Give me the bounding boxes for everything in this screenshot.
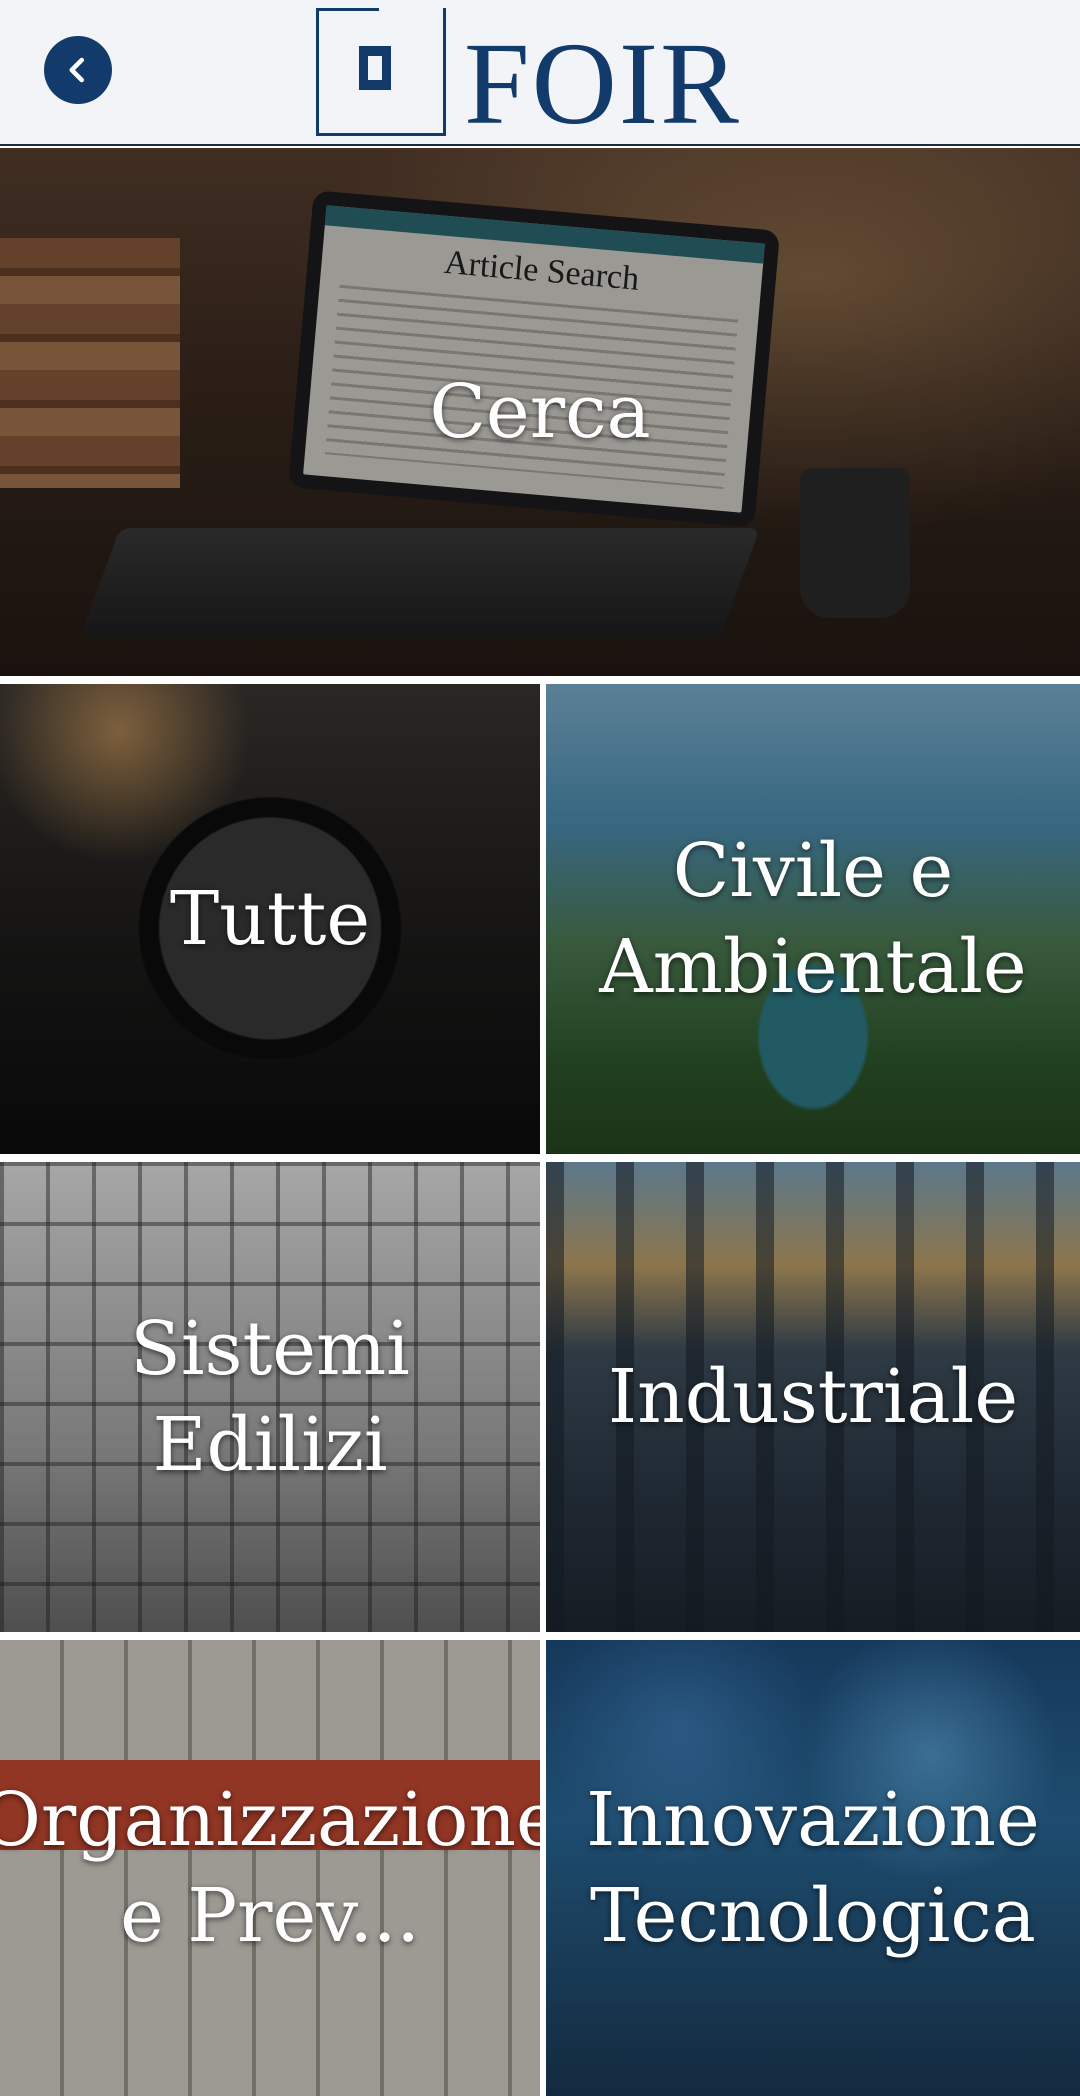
logo-text: FOIR [464, 18, 741, 149]
back-button[interactable] [44, 36, 112, 104]
category-label: Industriale [607, 1354, 1019, 1440]
category-label: Organizzazione e Prev... [0, 1777, 540, 1959]
logo-mark-icon [316, 8, 446, 136]
foir-logo: FOIR [316, 4, 741, 149]
category-tile-tutte[interactable]: Tutte [0, 684, 540, 1154]
category-tile-civile-ambientale[interactable]: Civile e Ambientale [546, 684, 1080, 1154]
category-tile-sistemi-edilizi[interactable]: Sistemi Edilizi [0, 1162, 540, 1632]
category-tile-industriale[interactable]: Industriale [546, 1162, 1080, 1632]
category-tile-innovazione-tecnologica[interactable]: Innovazione Tecnologica [546, 1640, 1080, 2096]
search-banner[interactable]: Article Search Cerca [0, 148, 1080, 676]
category-label: Civile e Ambientale [599, 828, 1027, 1010]
category-label: Tutte [169, 876, 371, 962]
search-banner-label: Cerca [429, 369, 651, 455]
category-label: Innovazione Tecnologica [586, 1777, 1040, 1959]
chevron-left-icon [69, 57, 84, 83]
app-header: FOIR [0, 0, 1080, 146]
category-label: Sistemi Edilizi [130, 1306, 410, 1488]
category-tile-organizzazione-prevenzione[interactable]: Organizzazione e Prev... [0, 1640, 540, 2096]
